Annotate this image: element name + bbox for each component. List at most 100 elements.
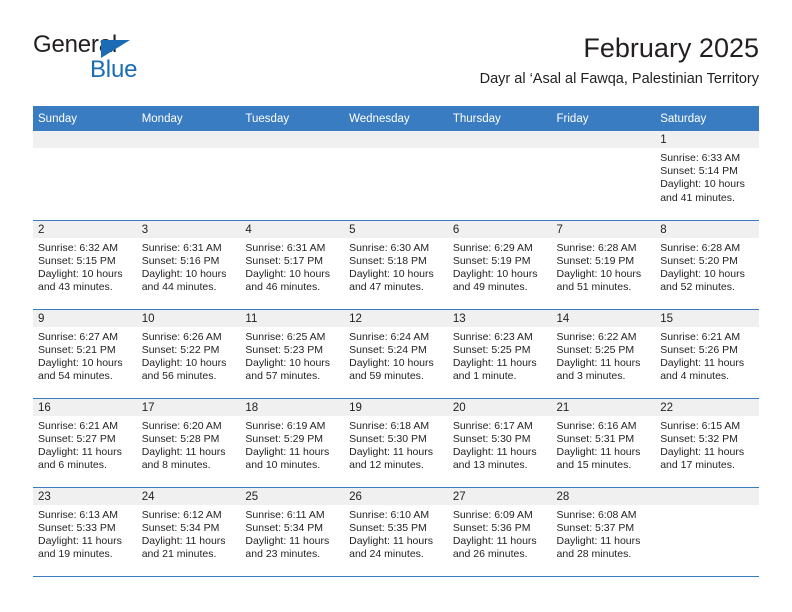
- calendar-day-cell[interactable]: 26 Sunrise: 6:10 AM Sunset: 5:35 PM Dayligh…: [344, 486, 448, 576]
- day-details: Sunrise: 6:33 AM Sunset: 5:14 PM Daylight:…: [655, 148, 759, 205]
- sunset-text: Sunset: 5:25 PM: [556, 343, 635, 356]
- calendar-day-cell[interactable]: 20 Sunrise: 6:17 AM Sunset: 5:30 PM Dayligh…: [447, 397, 552, 487]
- day-number: [551, 131, 656, 148]
- page-title: February 2025: [583, 33, 759, 63]
- daylight-text-cont: and 59 minutes.: [349, 370, 424, 383]
- daylight-text: Daylight: 11 hours: [556, 534, 641, 547]
- daylight-text: Daylight: 10 hours: [38, 267, 123, 280]
- calendar-bottom-rule: [33, 576, 759, 577]
- day-number: 1: [655, 131, 759, 148]
- calendar-day-cell[interactable]: 12 Sunrise: 6:24 AM Sunset: 5:24 PM Dayligh…: [344, 308, 448, 398]
- calendar-day-cell[interactable]: 4 Sunrise: 6:31 AM Sunset: 5:17 PM Daylight…: [240, 219, 345, 309]
- day-number: 21: [551, 398, 656, 416]
- daylight-text-cont: and 24 minutes.: [349, 548, 424, 561]
- calendar-day-cell[interactable]: 11 Sunrise: 6:25 AM Sunset: 5:23 PM Dayligh…: [240, 308, 345, 398]
- sunset-text: Sunset: 5:34 PM: [141, 521, 220, 534]
- sunset-text: Sunset: 5:15 PM: [38, 254, 116, 267]
- daylight-text-cont: and 26 minutes.: [452, 548, 528, 561]
- day-number: 17: [136, 398, 241, 416]
- calendar-day-cell[interactable]: 22 Sunrise: 6:15 AM Sunset: 5:32 PM Dayligh…: [655, 397, 759, 487]
- sunset-text: Sunset: 5:25 PM: [452, 343, 531, 356]
- day-details: Sunrise: 6:15 AM Sunset: 5:32 PM Daylight:…: [655, 416, 759, 473]
- day-number: 8: [655, 220, 759, 238]
- calendar-day-cell[interactable]: 16 Sunrise: 6:21 AM Sunset: 5:27 PM Dayligh…: [33, 397, 137, 487]
- calendar-day-cell[interactable]: 14 Sunrise: 6:22 AM Sunset: 5:25 PM Dayligh…: [551, 308, 656, 398]
- sunrise-text: Sunrise: 6:22 AM: [556, 330, 637, 343]
- daylight-text: Daylight: 10 hours: [556, 267, 642, 280]
- daylight-text: Daylight: 11 hours: [38, 534, 122, 547]
- sunset-text: Sunset: 5:24 PM: [349, 343, 427, 356]
- sunrise-text: Sunrise: 6:21 AM: [38, 419, 118, 432]
- calendar-day-cell[interactable]: 8 Sunrise: 6:28 AM Sunset: 5:20 PM Daylight…: [655, 219, 759, 309]
- day-details: Sunrise: 6:25 AM Sunset: 5:23 PM Daylight:…: [240, 327, 344, 384]
- sunrise-text: Sunrise: 6:24 AM: [349, 330, 430, 343]
- calendar-day-cell[interactable]: 18 Sunrise: 6:19 AM Sunset: 5:29 PM Dayligh…: [240, 397, 345, 487]
- calendar-day-cell[interactable]: 9 Sunrise: 6:27 AM Sunset: 5:21 PM Daylight…: [33, 308, 137, 398]
- daylight-text-cont: and 54 minutes.: [38, 370, 113, 383]
- sunrise-text: Sunrise: 6:23 AM: [452, 330, 533, 343]
- weekday-header-wednesday: Wednesday: [344, 106, 448, 131]
- day-details: Sunrise: 6:10 AM Sunset: 5:35 PM Daylight:…: [344, 505, 448, 562]
- daylight-text: Daylight: 10 hours: [349, 267, 434, 280]
- daylight-text-cont: and 28 minutes.: [556, 548, 632, 561]
- calendar-day-cell[interactable]: 23 Sunrise: 6:13 AM Sunset: 5:33 PM Dayligh…: [33, 486, 137, 576]
- calendar-day-cell[interactable]: 7 Sunrise: 6:28 AM Sunset: 5:19 PM Daylight…: [551, 219, 656, 309]
- daylight-text-cont: and 57 minutes.: [245, 370, 321, 383]
- calendar-day-cell[interactable]: 5 Sunrise: 6:30 AM Sunset: 5:18 PM Daylight…: [344, 219, 448, 309]
- calendar-day-cell[interactable]: 10 Sunrise: 6:26 AM Sunset: 5:22 PM Dayligh…: [136, 308, 241, 398]
- daylight-text: Daylight: 10 hours: [141, 356, 227, 369]
- calendar-day-cell[interactable]: 13 Sunrise: 6:23 AM Sunset: 5:25 PM Dayligh…: [447, 308, 552, 398]
- sunset-text: Sunset: 5:14 PM: [660, 165, 738, 178]
- calendar-day-cell[interactable]: 24 Sunrise: 6:12 AM Sunset: 5:34 PM Dayligh…: [136, 486, 241, 576]
- day-details: Sunrise: 6:09 AM Sunset: 5:36 PM Daylight:…: [448, 505, 552, 562]
- calendar-day-cell[interactable]: 28 Sunrise: 6:08 AM Sunset: 5:37 PM Dayligh…: [551, 486, 656, 576]
- sunrise-text: Sunrise: 6:33 AM: [660, 152, 741, 164]
- calendar-day-cell[interactable]: 19 Sunrise: 6:18 AM Sunset: 5:30 PM Dayligh…: [344, 397, 448, 487]
- sunset-text: Sunset: 5:16 PM: [141, 254, 220, 267]
- calendar-day-cell[interactable]: 17 Sunrise: 6:20 AM Sunset: 5:28 PM Dayligh…: [136, 397, 241, 487]
- sunset-text: Sunset: 5:34 PM: [245, 521, 324, 534]
- day-details: Sunrise: 6:23 AM Sunset: 5:25 PM Daylight:…: [448, 327, 552, 384]
- daylight-text: Daylight: 11 hours: [141, 534, 226, 547]
- calendar-empty-cell: [447, 131, 552, 220]
- day-number: [33, 131, 137, 148]
- calendar-day-cell[interactable]: 3 Sunrise: 6:31 AM Sunset: 5:16 PM Daylight…: [136, 219, 241, 309]
- day-number: 9: [33, 309, 137, 327]
- day-details: Sunrise: 6:19 AM Sunset: 5:29 PM Daylight:…: [240, 416, 344, 473]
- day-number: 4: [240, 220, 345, 238]
- sunset-text: Sunset: 5:18 PM: [349, 254, 427, 267]
- calendar-day-cell[interactable]: 1 Sunrise: 6:33 AM Sunset: 5:14 PM Daylight…: [655, 131, 759, 220]
- daylight-text: Daylight: 10 hours: [141, 267, 227, 280]
- daylight-text: Daylight: 11 hours: [660, 356, 745, 369]
- day-details: Sunrise: 6:29 AM Sunset: 5:19 PM Daylight:…: [448, 238, 552, 295]
- daylight-text-cont: and 56 minutes.: [141, 370, 217, 383]
- page-header: General Blue February 2025 Dayr al ‘Asal…: [33, 32, 759, 100]
- calendar-day-cell[interactable]: 25 Sunrise: 6:11 AM Sunset: 5:34 PM Dayligh…: [240, 486, 345, 576]
- calendar-day-cell[interactable]: 15 Sunrise: 6:21 AM Sunset: 5:26 PM Dayligh…: [655, 308, 759, 398]
- calendar-week-row: 16 Sunrise: 6:21 AM Sunset: 5:27 PM Dayligh…: [33, 397, 759, 487]
- calendar-week-row: 23 Sunrise: 6:13 AM Sunset: 5:33 PM Dayligh…: [33, 486, 759, 576]
- calendar-day-cell[interactable]: 2 Sunrise: 6:32 AM Sunset: 5:15 PM Daylight…: [33, 219, 137, 309]
- calendar-day-cell[interactable]: 21 Sunrise: 6:16 AM Sunset: 5:31 PM Dayligh…: [551, 397, 656, 487]
- sunset-text: Sunset: 5:29 PM: [245, 432, 324, 445]
- title-block: February 2025 Dayr al ‘Asal al Fawqa, Pa…: [480, 32, 759, 88]
- day-details: Sunrise: 6:13 AM Sunset: 5:33 PM Daylight:…: [33, 505, 137, 562]
- calendar-day-cell[interactable]: 27 Sunrise: 6:09 AM Sunset: 5:36 PM Dayligh…: [447, 486, 552, 576]
- sunset-text: Sunset: 5:30 PM: [452, 432, 531, 445]
- day-number: 25: [240, 487, 345, 505]
- sunset-text: Sunset: 5:21 PM: [38, 343, 116, 356]
- sunset-text: Sunset: 5:20 PM: [660, 254, 738, 267]
- day-number: 22: [655, 398, 759, 416]
- general-blue-logo[interactable]: General Blue: [33, 32, 233, 88]
- daylight-text: Daylight: 11 hours: [452, 445, 537, 458]
- daylight-text: Daylight: 10 hours: [660, 267, 745, 280]
- sunset-text: Sunset: 5:19 PM: [452, 254, 531, 267]
- sunrise-text: Sunrise: 6:29 AM: [452, 241, 533, 254]
- day-number: 20: [447, 398, 552, 416]
- daylight-text: Daylight: 10 hours: [245, 356, 331, 369]
- sunset-text: Sunset: 5:28 PM: [141, 432, 220, 445]
- calendar-day-cell[interactable]: 6 Sunrise: 6:29 AM Sunset: 5:19 PM Daylight…: [447, 219, 552, 309]
- weekday-header-tuesday: Tuesday: [240, 106, 345, 131]
- day-details: Sunrise: 6:27 AM Sunset: 5:21 PM Daylight:…: [33, 327, 137, 384]
- day-details: Sunrise: 6:22 AM Sunset: 5:25 PM Daylight:…: [552, 327, 656, 384]
